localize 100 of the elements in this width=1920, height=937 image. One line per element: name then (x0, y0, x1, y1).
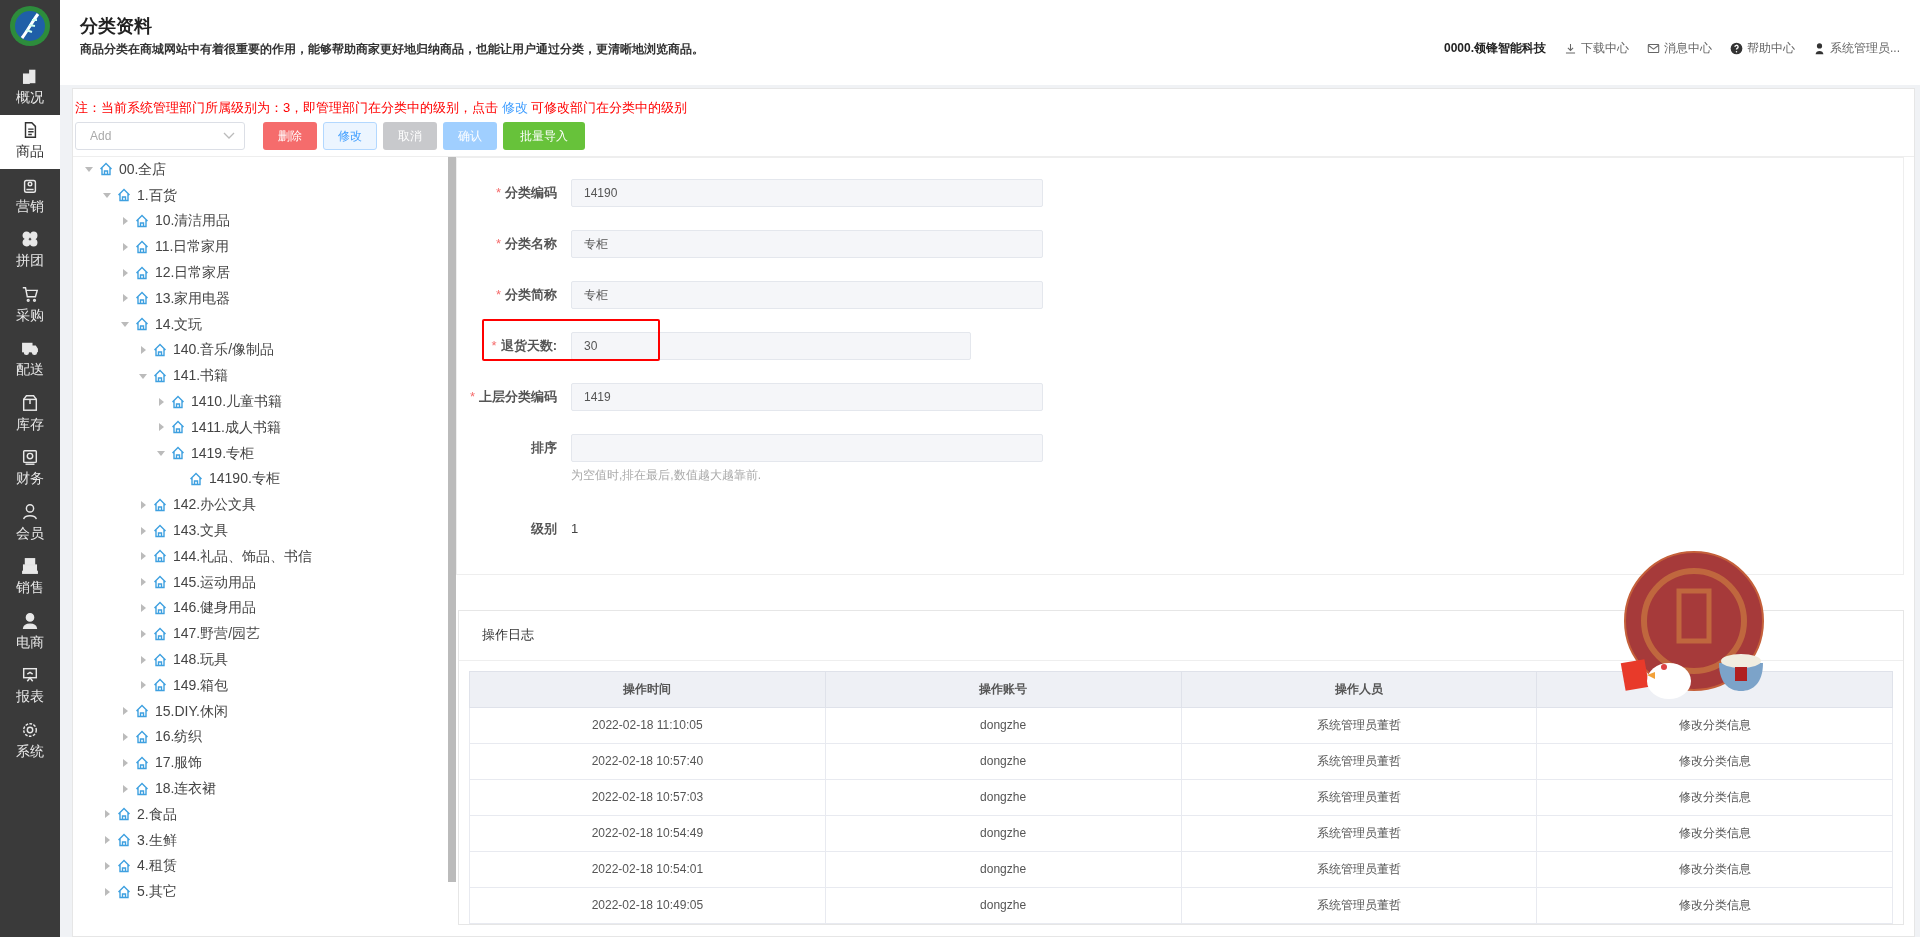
required-marker: * (495, 287, 501, 303)
house-icon (153, 497, 167, 512)
tree-node[interactable]: 141.书籍 (73, 362, 229, 389)
tree-node[interactable]: 2.食品 (73, 801, 177, 828)
table-cell: 修改分类信息 (1536, 887, 1893, 923)
house-icon (153, 368, 167, 383)
notice-text: 注：当前系统管理部门所属级别为：3，即管理部门在分类中的级别，点击 修改 可修改部门在分类中的级别 (74, 99, 689, 117)
tree-node[interactable]: 1.百货 (73, 182, 177, 209)
house-icon (135, 291, 149, 306)
sidebar-item[interactable]: 财务 (0, 441, 60, 496)
house-icon (153, 523, 167, 538)
download-icon (1564, 41, 1577, 55)
table-cell: dongzhe (825, 743, 1181, 779)
sidebar-item[interactable]: 拼团 (0, 223, 60, 278)
sidebar-item[interactable]: 销售 (0, 550, 60, 605)
clover-icon (21, 230, 39, 249)
chevron-down-icon (223, 131, 235, 140)
header-link[interactable]: 下载中心 (1564, 39, 1629, 57)
tree-node[interactable]: 148.玩具 (73, 646, 229, 673)
house-icon (135, 755, 149, 770)
tree-node[interactable]: 15.DIY.休闲 (73, 698, 228, 725)
tree-node[interactable]: 12.日常家居 (73, 259, 231, 286)
table-cell: 2022-02-18 10:54:49 (469, 815, 826, 851)
tree-node[interactable]: 5.其它 (73, 878, 177, 905)
house-icon (153, 600, 167, 615)
sidebar-item[interactable]: 系统 (0, 714, 60, 769)
house-icon (153, 342, 167, 357)
tree-node[interactable]: 1410.儿童书籍 (73, 388, 283, 415)
logo-icon (8, 4, 52, 48)
tree-node[interactable]: 146.健身用品 (73, 595, 257, 621)
house-icon (117, 833, 131, 848)
column-header: 操作人员 (1181, 671, 1537, 707)
tree-node[interactable]: 4.租赁 (73, 853, 177, 879)
tree-node[interactable]: 14.文玩 (73, 311, 203, 338)
tree-node[interactable]: 143.文具 (73, 517, 229, 544)
house-icon (153, 549, 167, 564)
house-icon (135, 729, 149, 744)
tree-node[interactable]: 3.生鲜 (73, 827, 177, 853)
sidebar-item[interactable]: 电商 (0, 605, 60, 660)
level-value: 1 (571, 519, 579, 538)
input-field[interactable]: 14190 (571, 179, 1043, 207)
page-title: 分类资料 (80, 15, 153, 38)
tree-node[interactable]: 147.野营/园艺 (73, 620, 261, 647)
tree-node[interactable]: 1411.成人书籍 (73, 414, 281, 441)
tree-node[interactable]: 140.音乐/像制品 (73, 337, 275, 363)
house-icon (171, 446, 185, 461)
tree-node[interactable]: 17.服饰 (73, 749, 203, 776)
tree-node[interactable]: 11.日常家用 (73, 233, 230, 260)
input-field[interactable]: 专柜 (571, 281, 1043, 309)
sidebar-item[interactable]: 概况 (0, 60, 60, 115)
input-field[interactable]: 专柜 (571, 230, 1043, 258)
header-link[interactable]: 系统管理员... (1813, 39, 1900, 57)
tree-node[interactable]: 18.连衣裙 (73, 775, 217, 802)
sidebar-item[interactable]: 会员 (0, 496, 60, 551)
person-icon (21, 611, 39, 630)
tree-node[interactable]: 142.办公文具 (73, 491, 257, 518)
sidebar-item[interactable]: 商品 (0, 114, 60, 169)
required-marker: * (495, 185, 501, 201)
tree-node[interactable]: 00.全店 (73, 156, 167, 183)
tree-node[interactable]: 145.运动用品 (73, 569, 257, 596)
house-icon (153, 678, 167, 693)
header-link[interactable]: 消息中心 (1647, 39, 1712, 57)
header-link[interactable]: 帮助中心 (1730, 39, 1795, 57)
tree-node[interactable]: 16.纺织 (73, 724, 203, 750)
required-marker: * (469, 389, 475, 405)
table-cell: 2022-02-18 10:49:05 (469, 887, 826, 923)
house-icon (135, 265, 149, 280)
table-cell: 修改分类信息 (1536, 815, 1893, 851)
tree-node[interactable]: 149.箱包 (73, 672, 229, 699)
input-field[interactable]: 1419 (571, 383, 1043, 411)
sidebar-item[interactable]: 配送 (0, 332, 60, 387)
house-icon (135, 239, 149, 254)
tree-node[interactable]: 14190.专柜 (73, 466, 280, 492)
page-description: 商品分类在商城网站中有着很重要的作用，能够帮助商家更好地归纳商品，也能让用户通过分类，更清晰地浏览商品。 (80, 41, 704, 58)
tree-node[interactable]: 144.礼品、饰品、书信 (73, 543, 313, 570)
house-icon (135, 781, 149, 796)
hint-text: 为空值时,排在最后,数值越大越靠前. (571, 466, 762, 484)
sidebar-item[interactable]: 营销 (0, 169, 60, 224)
table-cell: 2022-02-18 10:57:40 (469, 743, 826, 779)
table-cell: 系统管理员董哲 (1181, 707, 1537, 743)
sidebar-item[interactable]: 采购 (0, 278, 60, 333)
tree-node[interactable]: 10.清洁用品 (73, 208, 231, 234)
input-field[interactable]: 30 (571, 332, 971, 360)
scrollbar[interactable] (448, 156, 456, 882)
table-cell: 修改分类信息 (1536, 779, 1893, 815)
field-label-text: 上层分类编码 (479, 389, 557, 405)
sidebar-item[interactable]: 库存 (0, 387, 60, 442)
field-label-text: 分类简称 (505, 287, 557, 303)
required-marker: * (495, 236, 501, 252)
tree-node[interactable]: 1419.专柜 (73, 440, 255, 467)
sidebar-item[interactable]: 报表 (0, 659, 60, 714)
select-field[interactable]: Add (75, 121, 245, 150)
house-icon (135, 704, 149, 719)
input-field[interactable] (571, 434, 1043, 462)
tree-node[interactable]: 13.家用电器 (73, 285, 231, 312)
house-icon (135, 214, 149, 228)
cart-icon (21, 284, 39, 303)
person-icon (21, 502, 39, 521)
house-icon (153, 626, 167, 641)
house-icon (189, 471, 203, 486)
